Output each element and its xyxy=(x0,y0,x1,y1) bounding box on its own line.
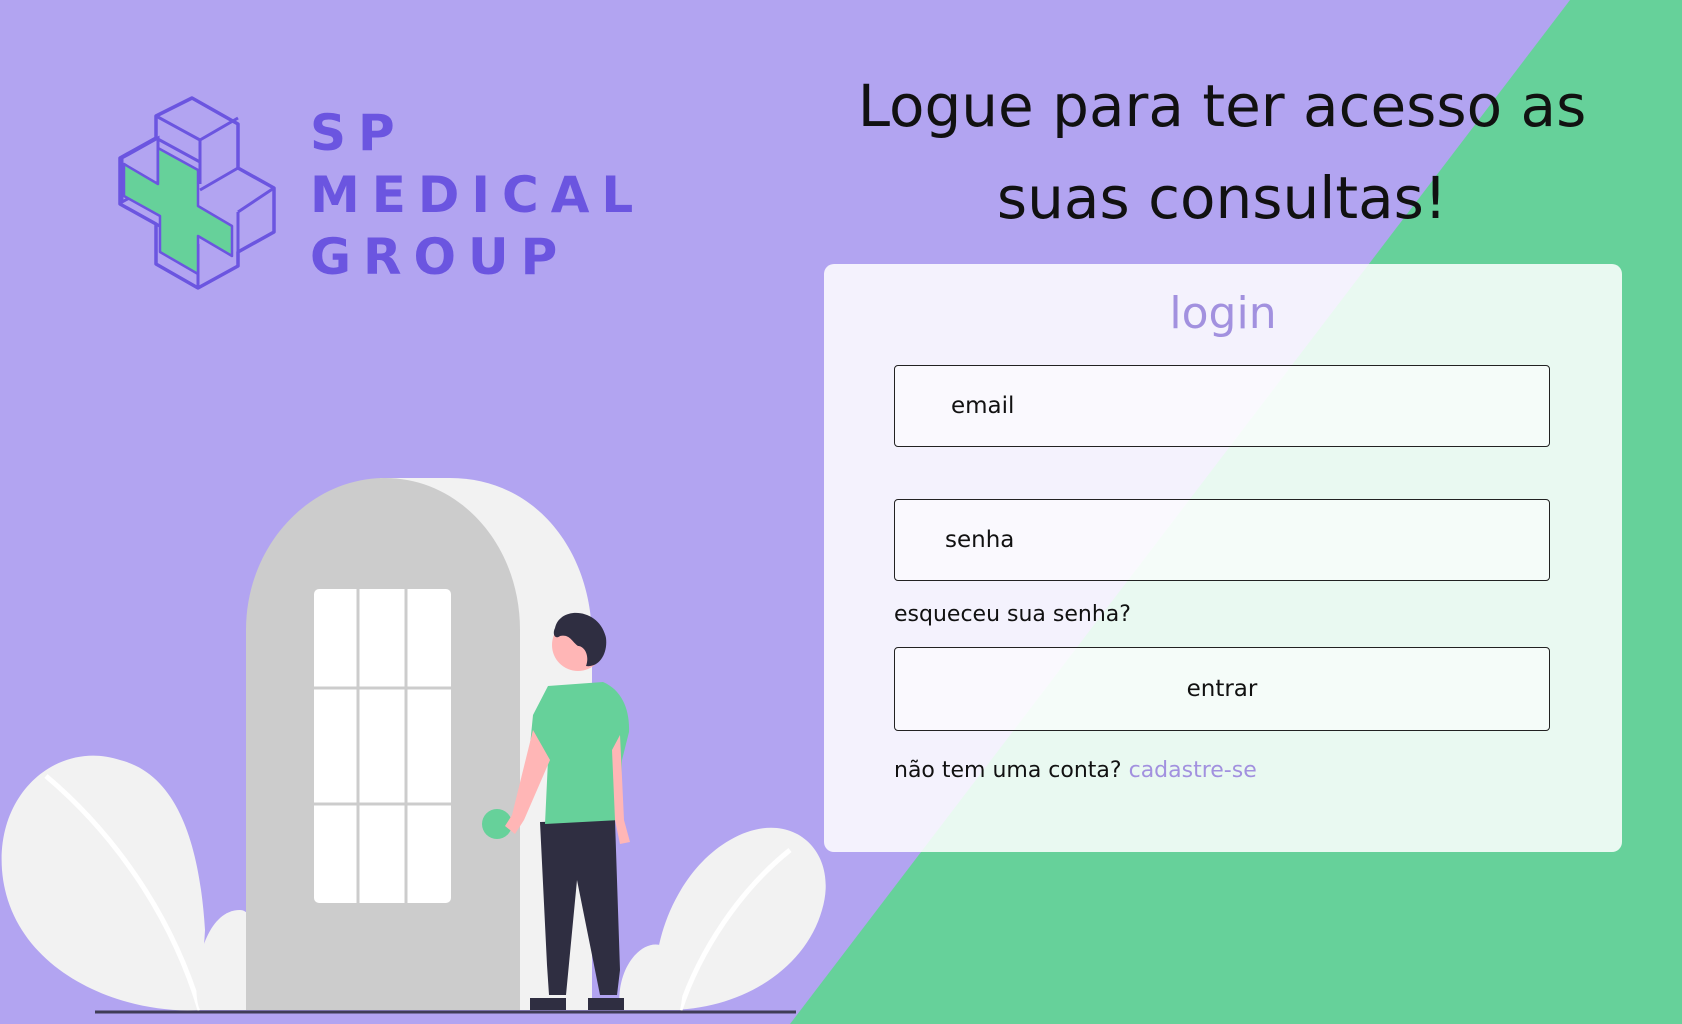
doctor-office-illustration xyxy=(1,478,826,1014)
no-account-text: não tem uma conta? xyxy=(894,758,1129,783)
page-headline: Logue para ter acesso as suas consultas! xyxy=(857,72,1587,232)
brand-line-3: GROUP xyxy=(310,228,570,286)
medical-cross-cube-icon xyxy=(118,96,276,290)
login-submit-button[interactable]: entrar xyxy=(894,647,1550,731)
plant-left xyxy=(1,755,206,1011)
door-window xyxy=(314,589,451,903)
login-title: login xyxy=(1169,288,1277,339)
brand-logo: SP MEDICAL GROUP xyxy=(112,96,633,290)
password-input[interactable] xyxy=(894,499,1550,581)
signup-link[interactable]: cadastre-se xyxy=(1129,758,1257,783)
login-card: login esqueceu sua senha? entrar não tem… xyxy=(824,264,1622,852)
brand-line-2: MEDICAL xyxy=(310,166,646,224)
login-page: SP MEDICAL GROUP Logue para ter acesso a… xyxy=(0,0,1682,1024)
brand-line-1: SP xyxy=(310,104,407,162)
email-input[interactable] xyxy=(894,365,1550,447)
brand-wordmark: SP MEDICAL GROUP xyxy=(310,102,645,288)
plant-right-small xyxy=(619,944,683,1010)
forgot-password-link[interactable]: esqueceu sua senha? xyxy=(894,602,1131,627)
signup-prompt: não tem uma conta? cadastre-se xyxy=(894,758,1257,783)
